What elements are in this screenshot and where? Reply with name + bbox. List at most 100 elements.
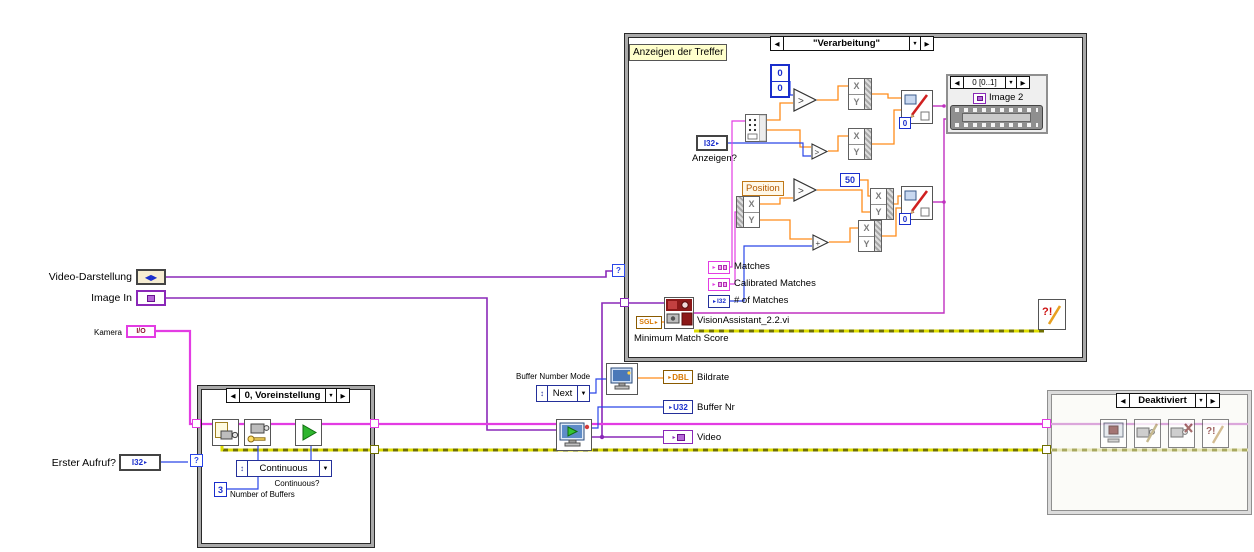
display-window-node-icon[interactable] bbox=[606, 363, 638, 395]
case-selector-deaktiviert[interactable]: ◀ Deaktiviert ▼ ▶ bbox=[1116, 393, 1220, 408]
case-selector-value[interactable]: Deaktiviert bbox=[1130, 394, 1195, 407]
unbundle-xy-node[interactable]: X Y bbox=[736, 196, 760, 228]
bundle-x-cell[interactable]: X bbox=[859, 221, 874, 236]
enum-value[interactable]: Next bbox=[548, 386, 577, 401]
bundle-x-cell[interactable]: X bbox=[849, 129, 864, 144]
error-dialog-node-icon[interactable]: ?! bbox=[1038, 299, 1066, 330]
error-dialog-node-icon[interactable]: ?! bbox=[1202, 419, 1229, 448]
svg-text:?!: ?! bbox=[1042, 306, 1052, 318]
bundle-y-cell[interactable]: Y bbox=[871, 203, 886, 220]
bundle-x-cell[interactable]: X bbox=[849, 79, 864, 94]
camera-configure-node-icon[interactable] bbox=[244, 419, 271, 446]
video-darstellung-terminal[interactable]: ◀▶ bbox=[136, 269, 166, 285]
anzeigen-terminal[interactable]: I32 ▸ bbox=[696, 135, 728, 151]
video-label: Video bbox=[697, 432, 722, 443]
video-terminal[interactable]: ▸ bbox=[663, 430, 693, 444]
case-selector-tunnel[interactable]: ? bbox=[612, 264, 625, 277]
kamera-terminal[interactable]: I/O bbox=[126, 325, 156, 338]
session-tunnel[interactable] bbox=[192, 419, 201, 428]
kamera-label: Kamera bbox=[93, 328, 122, 337]
index-array-node-icon[interactable] bbox=[745, 114, 767, 142]
vision-assistant-node-icon[interactable] bbox=[664, 297, 694, 329]
enum-value[interactable]: Continuous bbox=[248, 461, 319, 476]
svg-text:>: > bbox=[815, 148, 820, 157]
index-selector-value[interactable]: 0 [0..1] bbox=[964, 77, 1005, 88]
terminal-type: I32 bbox=[131, 458, 144, 467]
num-buffers-constant[interactable]: 3 bbox=[214, 482, 227, 497]
case-prev-arrow-icon[interactable]: ◀ bbox=[1117, 394, 1130, 407]
imaq-grab-node-icon[interactable] bbox=[556, 419, 592, 451]
bundle-y-cell[interactable]: Y bbox=[859, 235, 874, 252]
index-prev-arrow-icon[interactable]: ◀ bbox=[951, 77, 964, 88]
greater-than-node[interactable]: > bbox=[811, 143, 829, 161]
array-element[interactable]: 0 bbox=[772, 66, 788, 81]
greater-than-node[interactable]: > bbox=[793, 88, 818, 113]
image2-terminal[interactable] bbox=[973, 93, 986, 104]
index-dropdown-icon[interactable]: ▼ bbox=[1005, 77, 1016, 88]
case-selector-verarbeitung[interactable]: ◀ "Verarbeitung" ▼ ▶ bbox=[770, 36, 934, 51]
filmstrip-icon bbox=[950, 105, 1043, 130]
bundle-strip bbox=[864, 79, 871, 109]
session-tunnel[interactable] bbox=[370, 419, 379, 428]
add-node[interactable]: + bbox=[812, 234, 830, 252]
buffer-nr-terminal[interactable]: ▸ U32 bbox=[663, 400, 693, 414]
case-next-arrow-icon[interactable]: ▶ bbox=[336, 389, 349, 402]
case-prev-arrow-icon[interactable]: ◀ bbox=[771, 37, 784, 50]
enum-dropdown-icon[interactable]: ▼ bbox=[577, 386, 589, 401]
case-selector-voreinstellung[interactable]: ◀ 0, Voreinstellung ▼ ▶ bbox=[226, 388, 350, 403]
bundle-x-cell[interactable]: X bbox=[744, 197, 759, 212]
bundle-y-cell[interactable]: Y bbox=[744, 211, 759, 228]
bundle-strip bbox=[737, 197, 744, 227]
array-element[interactable]: 0 bbox=[772, 80, 788, 97]
image-index-selector[interactable]: ◀ 0 [0..1] ▼ ▶ bbox=[950, 76, 1030, 89]
case-dropdown-icon[interactable]: ▼ bbox=[1195, 394, 1206, 407]
bundle-y-cell[interactable]: Y bbox=[849, 93, 864, 110]
overlay-zero-constant[interactable]: 0 bbox=[899, 117, 911, 129]
bundle-y-cell[interactable]: Y bbox=[849, 143, 864, 160]
case-next-arrow-icon[interactable]: ▶ bbox=[920, 37, 933, 50]
case-dropdown-icon[interactable]: ▼ bbox=[909, 37, 920, 50]
bundle-xy-node[interactable]: X Y bbox=[848, 128, 872, 160]
greater-than-node[interactable]: > bbox=[793, 178, 818, 203]
bundle-xy-node[interactable]: X Y bbox=[848, 78, 872, 110]
calibrated-matches-terminal[interactable]: ▸ bbox=[708, 278, 730, 291]
acquisition-start-node-icon[interactable] bbox=[295, 419, 322, 446]
block-diagram-canvas[interactable]: { "colors": { "wire_image": "#8a28b8", "… bbox=[0, 0, 1254, 552]
case-selector-value[interactable]: "Verarbeitung" bbox=[784, 37, 909, 50]
constant-50[interactable]: 50 bbox=[840, 173, 860, 187]
continuous-enum[interactable]: ↕ Continuous ▼ bbox=[236, 460, 332, 477]
session-tunnel[interactable] bbox=[1042, 419, 1051, 428]
image-in-terminal[interactable] bbox=[136, 290, 166, 306]
cluster-array-icon bbox=[722, 282, 727, 287]
camera-unconfigure-node-icon[interactable] bbox=[1134, 419, 1161, 448]
error-tunnel[interactable] bbox=[370, 445, 379, 454]
matches-terminal[interactable]: ▸ bbox=[708, 261, 730, 274]
enum-dropdown-icon[interactable]: ▼ bbox=[319, 461, 331, 476]
case-dropdown-icon[interactable]: ▼ bbox=[325, 389, 336, 402]
image2-label: Image 2 bbox=[989, 92, 1024, 103]
acquisition-stop-node-icon[interactable] bbox=[1100, 419, 1127, 448]
error-tunnel[interactable] bbox=[1042, 445, 1051, 454]
enum-updown-icon[interactable]: ↕ bbox=[237, 461, 248, 476]
overlay-zero-constant[interactable]: 0 bbox=[899, 213, 911, 225]
enum-updown-icon[interactable]: ↕ bbox=[537, 386, 548, 401]
bundle-xy-node[interactable]: X Y bbox=[870, 188, 894, 220]
bundle-xy-node[interactable]: X Y bbox=[858, 220, 882, 252]
case-selector-value[interactable]: 0, Voreinstellung bbox=[240, 389, 325, 402]
camera-close-node-icon[interactable] bbox=[1168, 419, 1195, 448]
init-case-selector-tunnel[interactable]: ? bbox=[190, 454, 203, 467]
bildrate-terminal[interactable]: ▸ DBL bbox=[663, 370, 693, 384]
case-next-arrow-icon[interactable]: ▶ bbox=[1206, 394, 1219, 407]
num-matches-terminal[interactable]: ▸ I32 bbox=[708, 295, 730, 308]
bundle-x-cell[interactable]: X bbox=[871, 189, 886, 204]
camera-open-node-icon[interactable] bbox=[212, 419, 239, 446]
array-constant-zeros[interactable]: 0 0 bbox=[770, 64, 790, 98]
image-input-tunnel[interactable] bbox=[620, 298, 629, 307]
index-next-arrow-icon[interactable]: ▶ bbox=[1016, 77, 1029, 88]
terminal-type: SGL bbox=[639, 319, 654, 326]
buffer-mode-enum[interactable]: ↕ Next ▼ bbox=[536, 385, 590, 402]
case-prev-arrow-icon[interactable]: ◀ bbox=[227, 389, 240, 402]
erster-aufruf-terminal[interactable]: I32 ▸ bbox=[119, 454, 161, 471]
buffer-nr-label: Buffer Nr bbox=[697, 402, 735, 413]
sgl-terminal[interactable]: SGL ▸ bbox=[636, 316, 662, 329]
